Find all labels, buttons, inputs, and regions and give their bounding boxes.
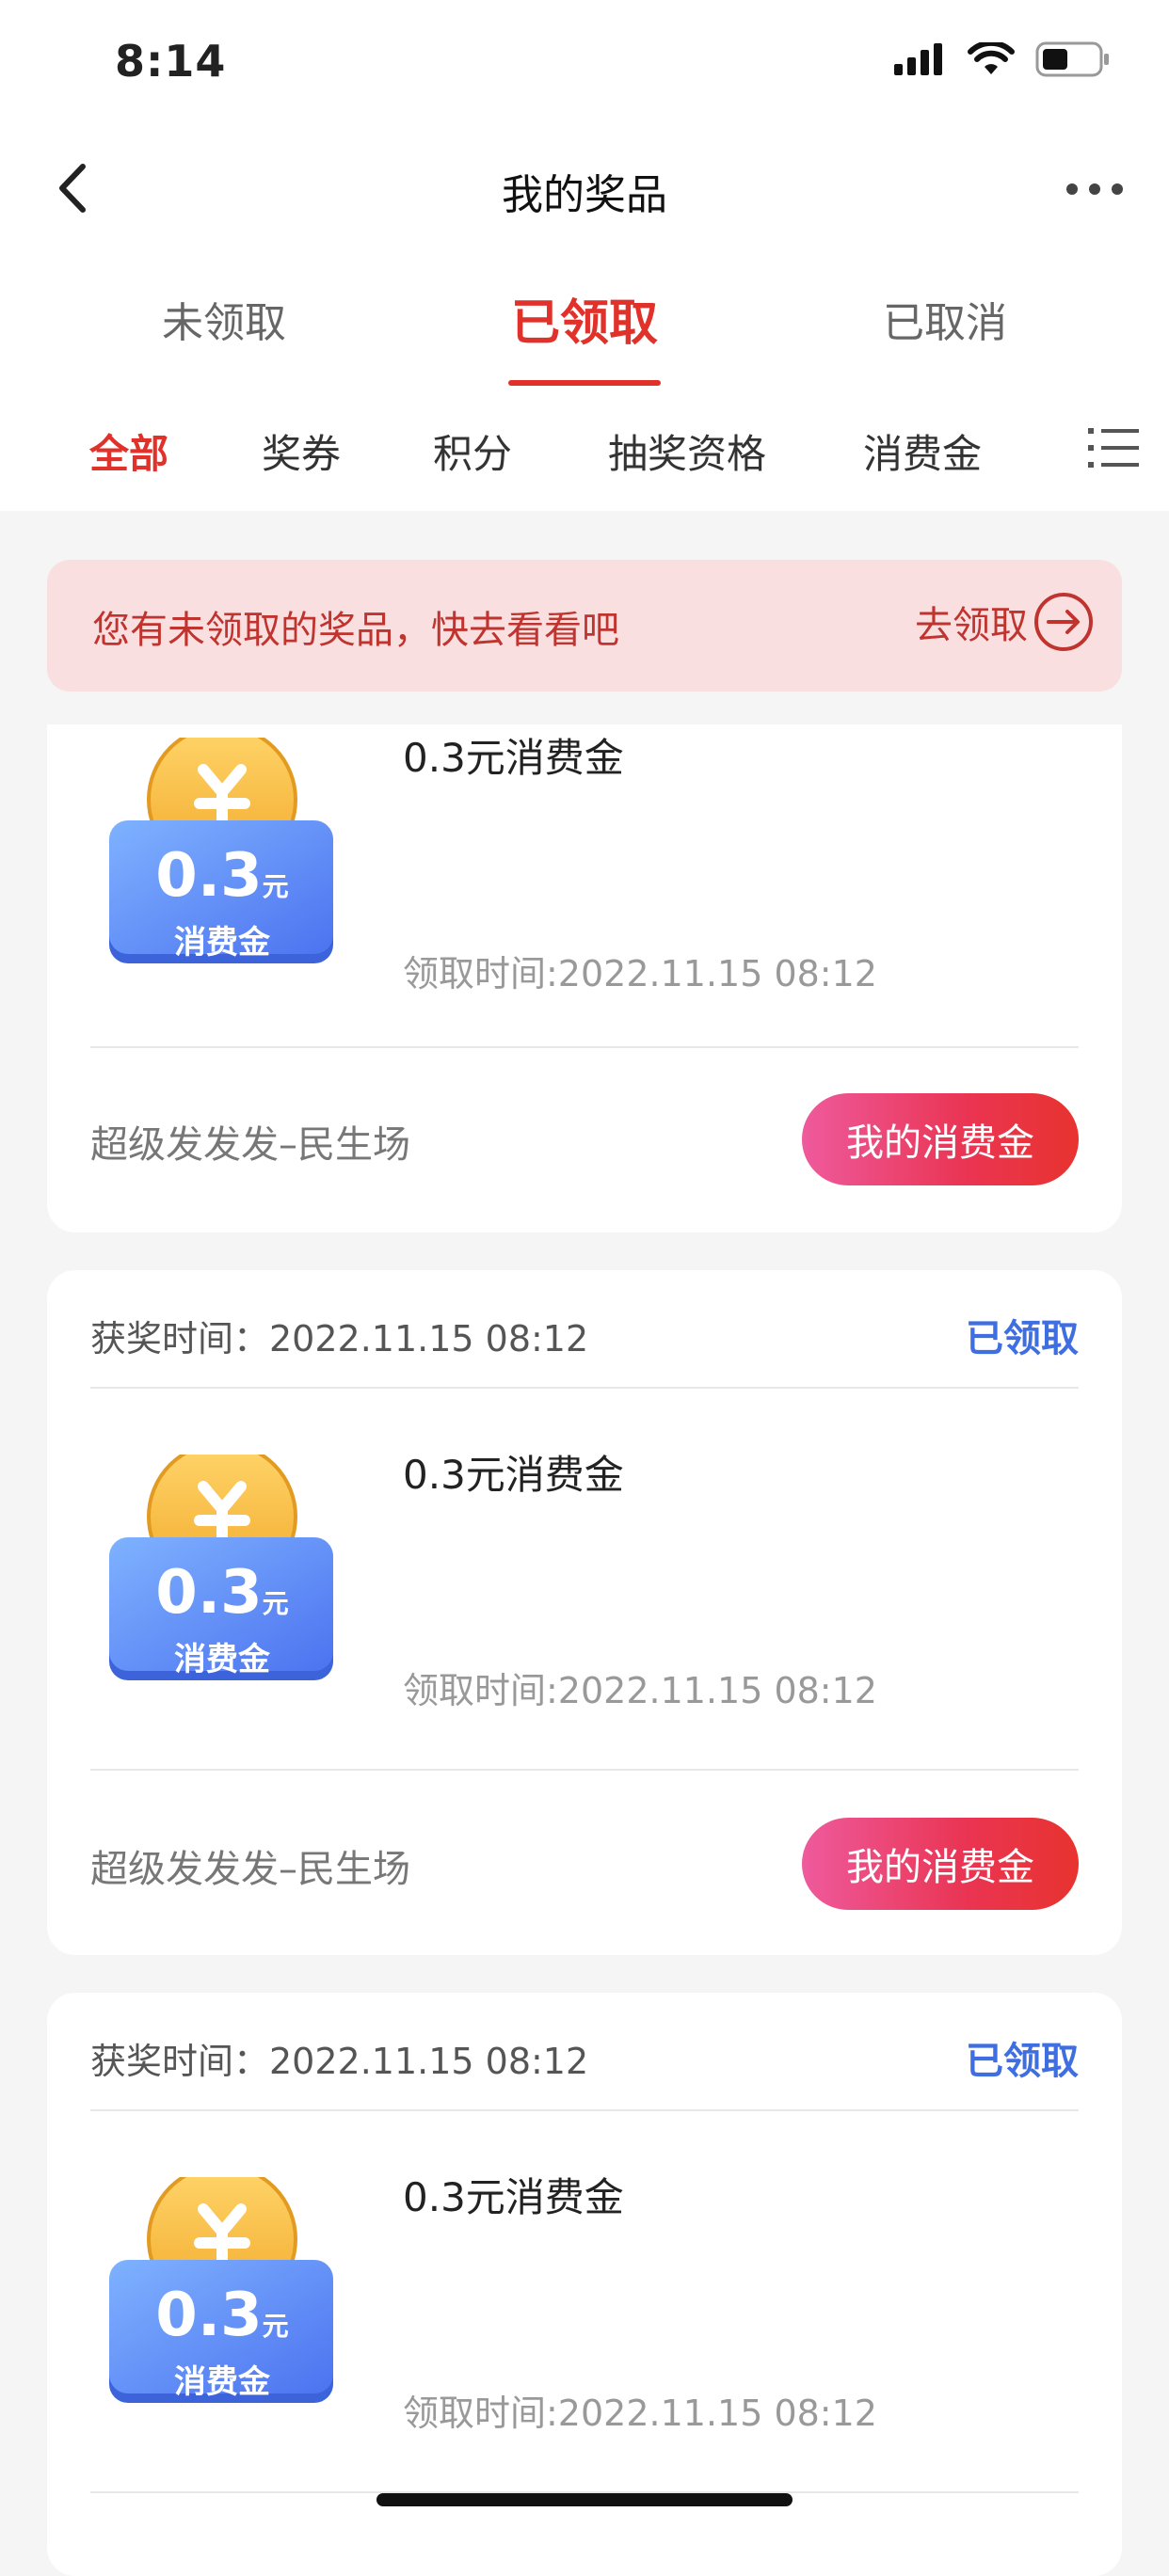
signal-icon — [894, 43, 942, 75]
more-dots-icon[interactable] — [1062, 161, 1128, 217]
list-menu-icon[interactable] — [1088, 426, 1139, 469]
claim-time: 领取时间:2022.11.15 08:12 — [403, 953, 877, 994]
home-indicator — [376, 2493, 793, 2506]
claim-time: 领取时间:2022.11.15 08:12 — [403, 1670, 877, 1711]
status-badge: 已领取 — [966, 1317, 1079, 1360]
prize-source: 超级发发发–民生场 — [90, 1123, 410, 1167]
thumb-unit: 元 — [262, 2311, 289, 2342]
tab-unclaimed[interactable]: 未领取 — [162, 289, 286, 349]
category-lottery[interactable]: 抽奖资格 — [608, 422, 766, 480]
card-divider — [90, 1769, 1079, 1771]
prize-name: 0.3元消费金 — [403, 1452, 624, 1498]
prize-card: 获奖时间：2022.11.15 08:12 已领取 0.3元 消费金 0.3元消… — [47, 1270, 1122, 1955]
prize-thumbnail: 0.3元 消费金 — [105, 2164, 339, 2410]
thumb-caption: 消费金 — [174, 924, 270, 962]
page-title: 我的奖品 — [502, 171, 667, 219]
nav-bar: 我的奖品 — [0, 127, 1169, 249]
my-consumption-gold-button[interactable]: 我的消费金 — [802, 1818, 1079, 1910]
card-header: 获奖时间：2022.11.15 08:12 已领取 — [90, 1270, 1079, 1389]
thumb-caption: 消费金 — [174, 1641, 270, 1678]
thumb-unit: 元 — [262, 1588, 289, 1619]
thumb-amount: 0.3 — [155, 1558, 263, 1628]
award-time: 获奖时间：2022.11.15 08:12 — [90, 1318, 589, 1360]
status-icons — [894, 41, 1111, 77]
prize-thumbnail: 0.3元 消费金 — [105, 724, 339, 971]
category-all[interactable]: 全部 — [89, 422, 168, 480]
claim-time: 领取时间:2022.11.15 08:12 — [403, 2393, 877, 2434]
category-filter: 全部 奖券 积分 抽奖资格 消费金 — [0, 389, 1169, 511]
prize-source: 超级发发发–民生场 — [90, 1848, 410, 1891]
go-claim-link[interactable]: 去领取 — [915, 590, 1096, 654]
prize-thumbnail: 0.3元 消费金 — [105, 1441, 339, 1688]
wifi-icon — [968, 42, 1015, 74]
category-coupon[interactable]: 奖券 — [262, 422, 341, 480]
banner-text: 您有未领取的奖品，快去看看吧 — [92, 609, 619, 652]
status-bar: 8:14 — [0, 0, 1169, 127]
battery-icon — [1035, 41, 1109, 77]
prize-name: 0.3元消费金 — [403, 2174, 624, 2220]
thumb-amount: 0.3 — [155, 841, 263, 911]
status-time: 8:14 — [115, 36, 227, 87]
category-points[interactable]: 积分 — [433, 422, 512, 480]
card-header: 获奖时间：2022.11.15 08:12 已领取 — [90, 1993, 1079, 2111]
thumb-amount: 0.3 — [155, 2281, 263, 2350]
go-claim-label: 去领取 — [915, 604, 1028, 647]
status-tabs: 未领取 已领取 已取消 — [0, 249, 1169, 389]
tab-cancelled[interactable]: 已取消 — [883, 289, 1007, 349]
prize-card: 获奖时间：2022.11.15 08:12 已领取 0.3元 消费金 0.3元消… — [47, 1993, 1122, 2576]
prize-card: 0.3元 消费金 0.3元消费金 领取时间:2022.11.15 08:12 超… — [47, 724, 1122, 1232]
category-consumption-gold[interactable]: 消费金 — [863, 422, 982, 480]
thumb-unit: 元 — [262, 871, 289, 902]
my-consumption-gold-button[interactable]: 我的消费金 — [802, 1093, 1079, 1185]
status-badge: 已领取 — [966, 2040, 1079, 2083]
card-divider — [90, 1046, 1079, 1048]
thumb-caption: 消费金 — [174, 2363, 270, 2401]
prize-name: 0.3元消费金 — [403, 735, 624, 781]
award-time: 获奖时间：2022.11.15 08:12 — [90, 2041, 589, 2082]
arrow-right-circle-icon — [1034, 593, 1093, 651]
tab-underline — [508, 380, 661, 386]
tab-claimed[interactable]: 已领取 — [511, 283, 658, 354]
unclaimed-banner[interactable]: 您有未领取的奖品，快去看看吧 去领取 — [47, 560, 1122, 692]
